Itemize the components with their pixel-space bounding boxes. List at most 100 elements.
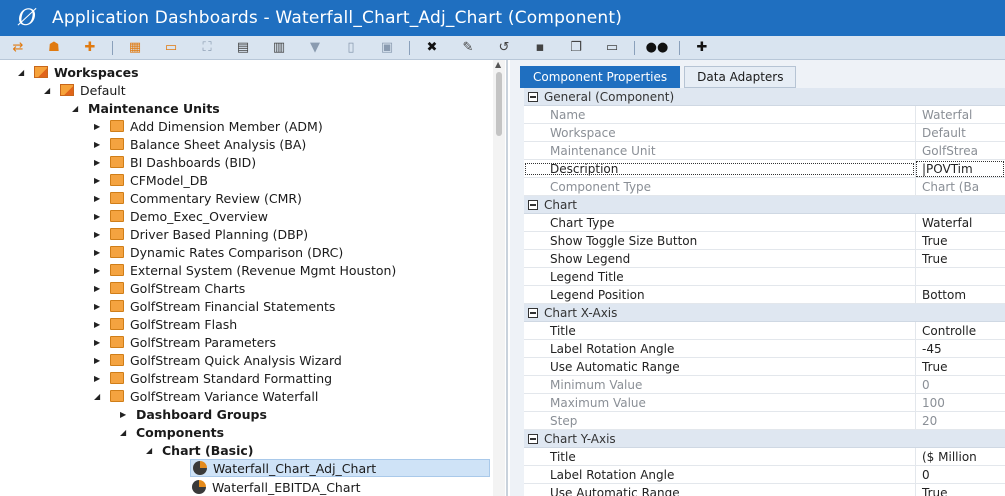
- collapse-arrow-icon[interactable]: ▶: [94, 338, 104, 347]
- chart-icon[interactable]: ⛶: [197, 39, 217, 57]
- tree-item[interactable]: ▶ Commentary Review (CMR): [94, 189, 302, 207]
- property-value[interactable]: True: [915, 357, 1005, 376]
- collapse-arrow-icon[interactable]: ▶: [120, 410, 130, 419]
- tree-item[interactable]: ▶ Add Dimension Member (ADM): [94, 117, 323, 135]
- group-icon[interactable]: ☗: [44, 39, 64, 57]
- property-value[interactable]: True: [915, 483, 1005, 496]
- property-value[interactable]: -45: [915, 339, 1005, 358]
- collapse-arrow-icon[interactable]: ▶: [94, 122, 104, 131]
- collapse-arrow-icon[interactable]: ▶: [94, 320, 104, 329]
- textbox-icon[interactable]: ▣: [377, 39, 397, 57]
- collapse-box-icon[interactable]: [528, 307, 538, 318]
- collapse-arrow-icon[interactable]: ▶: [94, 176, 104, 185]
- delete-icon[interactable]: ✖: [422, 39, 442, 57]
- tree-item[interactable]: ▶ Dynamic Rates Comparison (DRC): [94, 243, 343, 261]
- add-icon[interactable]: ✚: [692, 39, 712, 57]
- document-icon[interactable]: ▯: [341, 39, 361, 57]
- tree-item[interactable]: ▶ GolfStream Charts: [94, 279, 245, 297]
- collapse-arrow-icon[interactable]: ▶: [94, 140, 104, 149]
- scroll-up-icon[interactable]: ▲: [495, 60, 501, 69]
- tree-item[interactable]: ◢ GolfStream Variance Waterfall: [94, 387, 318, 405]
- collapse-arrow-icon[interactable]: ▶: [94, 158, 104, 167]
- calendar-icon[interactable]: ▭: [161, 39, 181, 57]
- expand-icon[interactable]: ◢: [72, 104, 82, 113]
- property-row-show-legend[interactable]: Show Legend True: [524, 249, 1005, 268]
- filter-icon[interactable]: ▼: [305, 39, 325, 57]
- collapse-arrow-icon[interactable]: ▶: [94, 248, 104, 257]
- tree-item[interactable]: ▶ GolfStream Parameters: [94, 333, 276, 351]
- tree-item-workspaces[interactable]: ◢ Workspaces: [18, 63, 139, 81]
- property-row-chart-type[interactable]: Chart Type Waterfal: [524, 213, 1005, 232]
- property-row-maintenance-unit[interactable]: Maintenance Unit GolfStrea: [524, 141, 1005, 160]
- edit-icon[interactable]: ✎: [458, 39, 478, 57]
- tree-item[interactable]: ▶ Driver Based Planning (DBP): [94, 225, 308, 243]
- table-icon[interactable]: ▤: [233, 39, 253, 57]
- collapse-box-icon[interactable]: [528, 91, 538, 102]
- property-row-x-min[interactable]: Minimum Value 0: [524, 375, 1005, 394]
- property-value[interactable]: GolfStrea: [915, 141, 1005, 160]
- expand-icon[interactable]: ◢: [146, 446, 156, 455]
- dashboard-icon[interactable]: ▦: [125, 39, 145, 57]
- property-value[interactable]: 20: [915, 411, 1005, 430]
- expand-icon[interactable]: ◢: [18, 68, 28, 77]
- tree-item[interactable]: ▶ External System (Revenue Mgmt Houston): [94, 261, 396, 279]
- save-icon[interactable]: ▪: [530, 39, 550, 57]
- property-row-y-auto-range[interactable]: Use Automatic Range True: [524, 483, 1005, 496]
- property-value[interactable]: 0: [915, 465, 1005, 484]
- tree-item-chart-basic[interactable]: ◢ Chart (Basic): [146, 441, 254, 459]
- collapse-arrow-icon[interactable]: ▶: [94, 374, 104, 383]
- property-value[interactable]: Chart (Ba: [915, 177, 1005, 196]
- property-row-x-label-rotation[interactable]: Label Rotation Angle -45: [524, 339, 1005, 358]
- search-binoculars-icon[interactable]: ●●: [646, 39, 669, 57]
- tree-item-maintenance-units[interactable]: ◢ Maintenance Units: [72, 99, 220, 117]
- property-row-description[interactable]: Description |POVTim: [524, 159, 1005, 178]
- copy-icon[interactable]: ❐: [566, 39, 586, 57]
- expand-icon[interactable]: ◢: [120, 428, 130, 437]
- swap-icon[interactable]: ⇄: [8, 39, 28, 57]
- property-value[interactable]: Waterfal: [915, 213, 1005, 232]
- property-row-x-title[interactable]: Title Controlle: [524, 321, 1005, 340]
- collapse-arrow-icon[interactable]: ▶: [94, 230, 104, 239]
- property-value[interactable]: 100: [915, 393, 1005, 412]
- property-value[interactable]: ($ Million: [915, 447, 1005, 466]
- expand-icon[interactable]: ◢: [44, 86, 54, 95]
- collapse-box-icon[interactable]: [528, 199, 538, 210]
- expand-icon[interactable]: ◢: [94, 392, 104, 401]
- property-value[interactable]: |POVTim: [915, 159, 1005, 178]
- scrollbar-thumb[interactable]: [496, 72, 502, 136]
- property-value[interactable]: Bottom: [915, 285, 1005, 304]
- property-row-x-max[interactable]: Maximum Value 100: [524, 393, 1005, 412]
- tree-item-component[interactable]: Waterfall_EBITDA_Chart: [192, 478, 361, 496]
- property-value[interactable]: True: [915, 249, 1005, 268]
- tree-item[interactable]: ▶ Demo_Exec_Overview: [94, 207, 268, 225]
- tree-item-default[interactable]: ◢ Default: [44, 81, 126, 99]
- property-value[interactable]: Waterfal: [915, 105, 1005, 124]
- category-chart[interactable]: Chart: [524, 196, 1005, 214]
- collapse-arrow-icon[interactable]: ▶: [94, 284, 104, 293]
- undo-icon[interactable]: ↺: [494, 39, 514, 57]
- tree-item[interactable]: ▶ CFModel_DB: [94, 171, 208, 189]
- property-row-workspace[interactable]: Workspace Default: [524, 123, 1005, 142]
- property-row-show-toggle-size-button[interactable]: Show Toggle Size Button True: [524, 231, 1005, 250]
- tree-item[interactable]: ▶ Golfstream Standard Formatting: [94, 369, 332, 387]
- property-row-name[interactable]: Name Waterfal: [524, 105, 1005, 124]
- tree-item[interactable]: ▶ BI Dashboards (BID): [94, 153, 256, 171]
- paste-icon[interactable]: ▭: [602, 39, 622, 57]
- grid-icon[interactable]: ▥: [269, 39, 289, 57]
- property-row-component-type[interactable]: Component Type Chart (Ba: [524, 177, 1005, 196]
- tree-scrollbar[interactable]: ▲: [493, 60, 505, 496]
- property-value[interactable]: True: [915, 231, 1005, 250]
- collapse-arrow-icon[interactable]: ▶: [94, 266, 104, 275]
- property-row-x-auto-range[interactable]: Use Automatic Range True: [524, 357, 1005, 376]
- tab-component-properties[interactable]: Component Properties: [520, 66, 681, 88]
- category-chart-y-axis[interactable]: Chart Y-Axis: [524, 430, 1005, 448]
- property-row-legend-position[interactable]: Legend Position Bottom: [524, 285, 1005, 304]
- property-row-y-title[interactable]: Title ($ Million: [524, 447, 1005, 466]
- property-row-x-step[interactable]: Step 20: [524, 411, 1005, 430]
- tab-data-adapters[interactable]: Data Adapters: [684, 66, 797, 88]
- add-user-icon[interactable]: ✚: [80, 39, 100, 57]
- tree-item-dashboard-groups[interactable]: ▶ Dashboard Groups: [120, 405, 267, 423]
- collapse-arrow-icon[interactable]: ▶: [94, 212, 104, 221]
- category-chart-x-axis[interactable]: Chart X-Axis: [524, 304, 1005, 322]
- category-general[interactable]: General (Component): [524, 88, 1005, 106]
